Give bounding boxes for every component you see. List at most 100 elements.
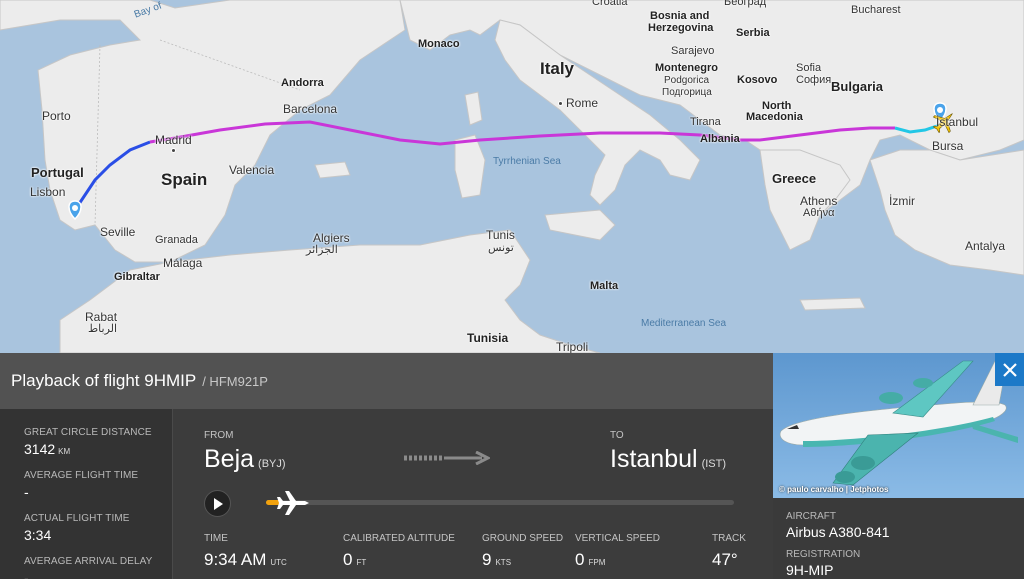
city-dot-madrid <box>171 148 176 153</box>
photo-credit: © paulo carvalho | Jetphotos <box>779 485 889 494</box>
map-label-portugal: Portugal <box>31 165 84 180</box>
map-label-italy: Italy <box>540 59 575 78</box>
metric-value: 9:34 AM <box>204 550 267 569</box>
aircraft-photo-image <box>779 360 1018 486</box>
map-label-malta: Malta <box>590 280 619 292</box>
metric-calibrated-altitude: CALIBRATED ALTITUDE 0 FT <box>343 533 455 570</box>
flight-stats: GREAT CIRCLE DISTANCE 3142 KM AVERAGE FLI… <box>0 409 173 579</box>
land-corsica <box>464 91 483 126</box>
map-label-istanbul: İstanbul <box>936 115 979 129</box>
stat-label: GREAT CIRCLE DISTANCE <box>24 427 152 438</box>
map-label-albania: Albania <box>700 133 740 145</box>
land-sardinia <box>454 134 486 199</box>
play-button[interactable] <box>204 490 231 517</box>
origin-name: Beja <box>204 445 255 473</box>
metric-label: GROUND SPEED <box>482 533 564 544</box>
map-label-andorra: Andorra <box>281 77 324 89</box>
map-label-serbia: Serbia <box>736 27 770 39</box>
stat-label: AVERAGE ARRIVAL DELAY <box>24 556 153 567</box>
destination-airport[interactable]: TO Istanbul (IST) <box>610 430 726 474</box>
map-label-kosovo: Kosovo <box>737 74 778 86</box>
map-label-barcelona: Barcelona <box>283 102 338 116</box>
destination-name: Istanbul <box>610 445 698 473</box>
playback-timeline[interactable] <box>266 500 734 505</box>
metric-vertical-speed: VERTICAL SPEED 0 FPM <box>575 533 660 570</box>
land-iberia <box>0 0 406 263</box>
stat-great-circle-distance: GREAT CIRCLE DISTANCE 3142 KM <box>24 427 172 457</box>
close-button[interactable] <box>995 353 1024 386</box>
stat-label: ACTUAL FLIGHT TIME <box>24 513 130 524</box>
registration-value: 9H-MIP <box>786 562 834 578</box>
map-canvas <box>0 0 1024 353</box>
stat-value: 3142 <box>24 441 56 457</box>
map-label-sarajevo: Sarajevo <box>671 45 715 57</box>
map-label-lisbon: Lisbon <box>30 185 66 199</box>
play-icon <box>213 497 223 510</box>
stat-value: - <box>24 484 29 500</box>
stat-label: AVERAGE FLIGHT TIME <box>24 470 139 481</box>
map-label-rome: Rome <box>566 96 599 110</box>
map-label-herzegovina: Herzegovina <box>648 22 714 34</box>
destination-code: (IST) <box>701 458 727 470</box>
to-label: TO <box>610 430 624 441</box>
map-label-beograd: Београд <box>724 0 767 8</box>
map-label-tunisia: Tunisia <box>467 331 509 345</box>
metric-value: 47° <box>712 550 738 569</box>
metric-unit: FPM <box>588 558 606 567</box>
stat-average-flight-time: AVERAGE FLIGHT TIME - <box>24 470 172 500</box>
panel-header: Playback of flight 9HMIP / HFM921P <box>0 353 773 409</box>
map-label-mediterranean: Mediterranean Sea <box>641 318 727 329</box>
metric-ground-speed: GROUND SPEED 9 KTS <box>482 533 563 570</box>
map-label-sofia: Sofia <box>796 62 822 74</box>
map-label-tunis: Tunis <box>486 228 515 242</box>
map-label-podgorica: Podgorica <box>664 75 710 86</box>
aircraft-card: © paulo carvalho | Jetphotos AIRCRAFT Ai… <box>773 353 1024 579</box>
map-label-antalya: Antalya <box>965 239 1006 253</box>
aircraft-label: AIRCRAFT <box>786 511 836 522</box>
map-label-algiers: Algiers <box>313 231 350 245</box>
origin-airport[interactable]: FROM Beja (BYJ) <box>204 430 286 474</box>
metric-time: TIME 9:34 AM UTC <box>204 533 287 570</box>
map-label-bulgaria: Bulgaria <box>831 79 884 94</box>
metric-value: 0 <box>343 550 353 569</box>
registration-label: REGISTRATION <box>786 549 861 560</box>
metric-label: TRACK <box>712 533 746 544</box>
map-label-bosnia: Bosnia and <box>650 10 710 22</box>
map-label-greece: Greece <box>772 171 817 186</box>
map-label-croatia: Croatia <box>592 0 628 8</box>
map-label-sofia-cyr: София <box>796 74 832 86</box>
land-turkey <box>869 149 1024 276</box>
metric-label: TIME <box>204 533 228 544</box>
map-label-bursa: Bursa <box>932 139 964 153</box>
map-label-seville: Seville <box>100 225 136 239</box>
panel-title: Playback of flight 9HMIP <box>11 371 197 390</box>
aircraft-photo[interactable]: © paulo carvalho | Jetphotos <box>773 353 1024 498</box>
city-dot-rome <box>558 101 563 106</box>
playback-handle[interactable] <box>270 483 316 523</box>
airplane-icon <box>277 491 309 515</box>
aircraft-registration: REGISTRATION 9H-MIP <box>786 549 860 578</box>
map-label-macedonia: Macedonia <box>746 111 803 123</box>
metric-label: CALIBRATED ALTITUDE <box>343 533 455 544</box>
metric-unit: KTS <box>495 558 512 567</box>
map-label-algiers-ar: الجزائر <box>306 244 338 256</box>
map-label-valencia: Valencia <box>229 163 275 177</box>
map-label-athens: Athens <box>800 194 838 208</box>
map-label-izmir: İzmir <box>889 194 915 208</box>
land-crete <box>799 297 866 311</box>
map-label-tirana: Tirana <box>690 116 721 128</box>
stat-actual-flight-time: ACTUAL FLIGHT TIME 3:34 <box>24 513 172 543</box>
flight-map[interactable]: Bay of Croatia Београд Bucharest Bosnia … <box>0 0 1024 353</box>
map-label-porto: Porto <box>42 109 71 123</box>
metric-track: TRACK 47° <box>712 533 746 570</box>
map-label-malaga: Málaga <box>163 256 203 270</box>
stat-value: - <box>24 570 29 579</box>
from-label: FROM <box>204 430 234 441</box>
map-label-podgorica-cyr: Подгорица <box>662 87 712 98</box>
metric-label: VERTICAL SPEED <box>575 533 661 544</box>
metric-value: 0 <box>575 550 585 569</box>
stat-value: 3:34 <box>24 527 52 543</box>
map-label-gibraltar: Gibraltar <box>114 271 160 283</box>
metric-unit: UTC <box>270 558 287 567</box>
metric-value: 9 <box>482 550 492 569</box>
